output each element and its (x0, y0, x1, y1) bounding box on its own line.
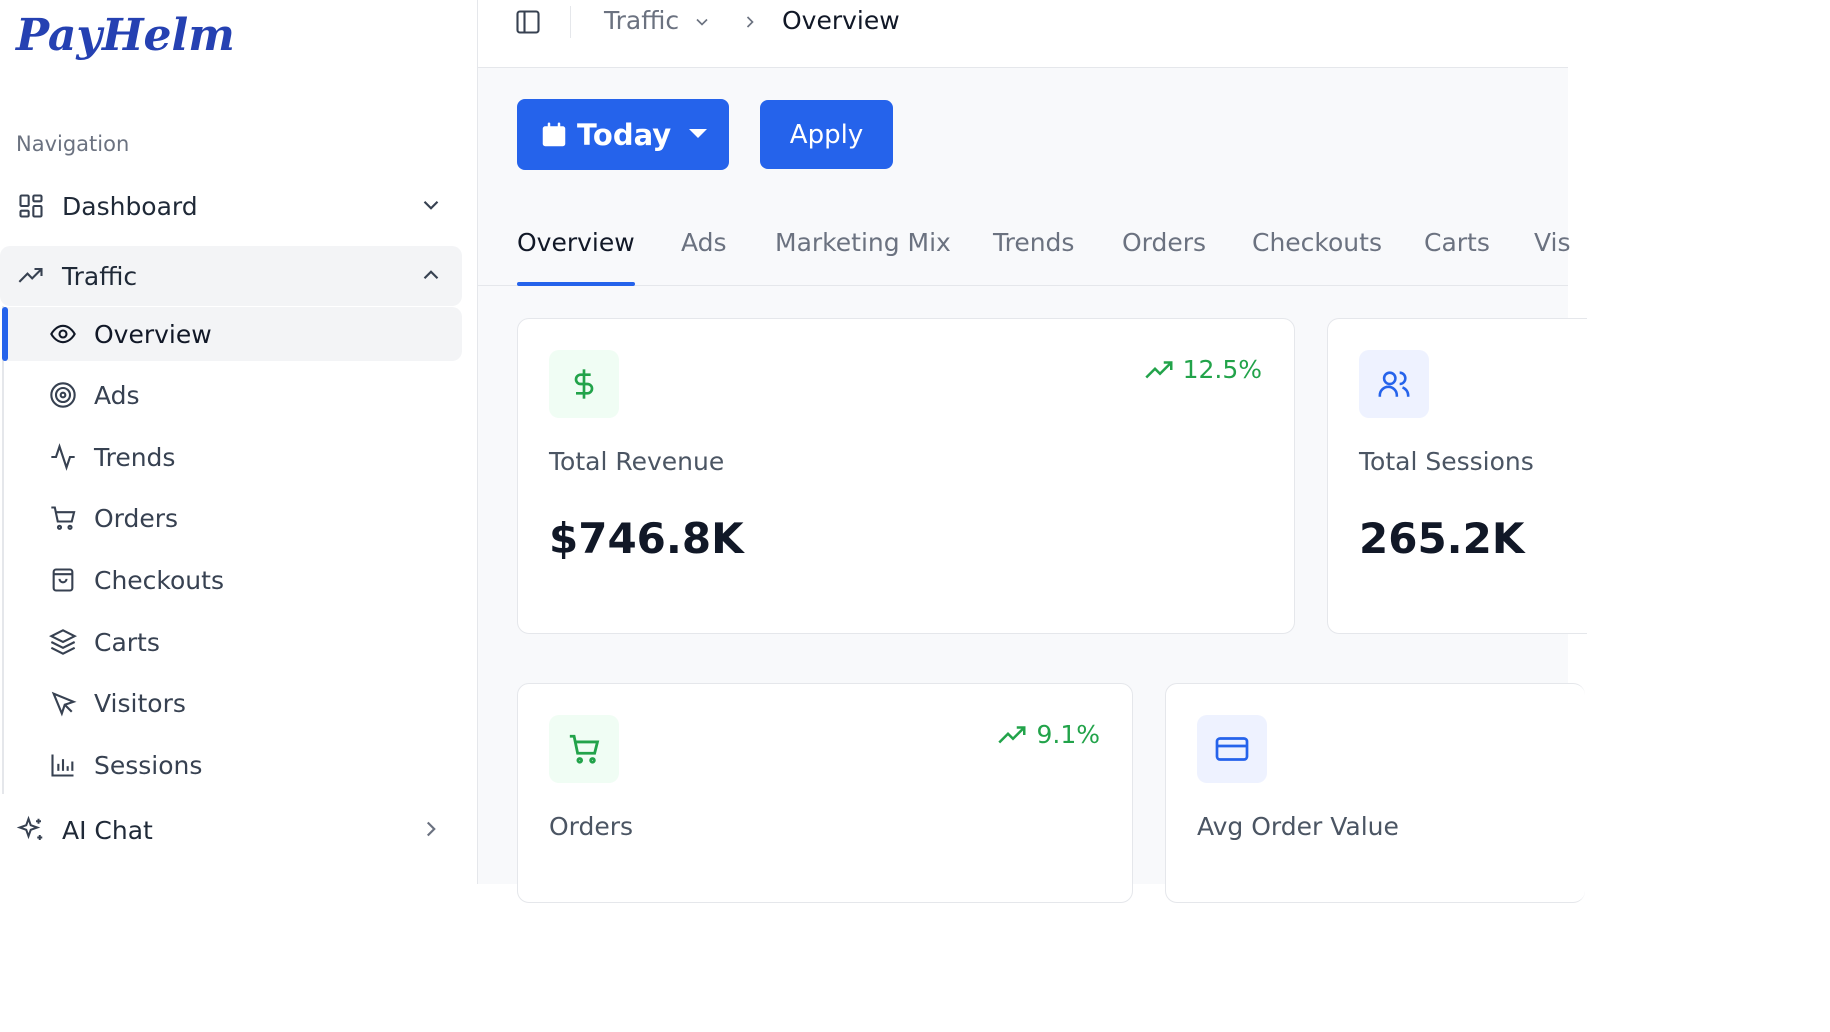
nav-item-ai-chat-label: AI Chat (62, 815, 153, 845)
sidebar-item-label: Visitors (94, 688, 186, 718)
dollar-icon (549, 350, 619, 418)
target-icon (48, 380, 78, 410)
aov-label: Avg Order Value (1197, 812, 1399, 841)
tab-checkouts[interactable]: Checkouts (1252, 228, 1382, 257)
revenue-trend: 12.5% (1144, 355, 1262, 384)
sessions-value: 265.2K (1359, 514, 1525, 563)
tab-orders[interactable]: Orders (1122, 228, 1206, 257)
trending-up-icon (16, 261, 46, 291)
nav-item-dashboard-label: Dashboard (62, 191, 198, 221)
activity-icon (48, 442, 78, 472)
main-content: Traffic Overview Today Apply Overview Ad… (478, 0, 1587, 903)
cursor-pointer-icon (48, 688, 78, 718)
sidebar-item-label: Sessions (94, 750, 203, 780)
sidebar-item-trends[interactable]: Trends (4, 430, 462, 484)
sidebar: PayHelm Navigation Dashboard Traffic Ove… (0, 0, 478, 884)
credit-card-icon (1197, 715, 1267, 783)
users-icon (1359, 350, 1429, 418)
revenue-trend-value: 12.5% (1182, 355, 1262, 384)
sidebar-item-label: Overview (94, 319, 212, 349)
nav-item-traffic[interactable]: Traffic (0, 246, 462, 306)
sidebar-item-sessions[interactable]: Sessions (4, 738, 462, 792)
orders-trend: 9.1% (998, 720, 1100, 749)
trending-up-icon (1144, 360, 1173, 378)
nav-heading: Navigation (16, 132, 130, 156)
eye-icon (48, 319, 78, 349)
shopping-bag-icon (48, 565, 78, 595)
tab-marketing-mix[interactable]: Marketing Mix (775, 228, 951, 257)
layers-icon (48, 627, 78, 657)
total-sessions-card: Total Sessions 265.2K (1327, 318, 1587, 634)
active-tab-indicator (517, 282, 635, 286)
chevron-up-icon[interactable] (418, 262, 444, 288)
orders-label: Orders (549, 812, 634, 841)
revenue-label: Total Revenue (549, 447, 725, 476)
chevron-down-icon[interactable] (692, 12, 712, 32)
sidebar-item-visitors[interactable]: Visitors (4, 676, 462, 730)
app-window: PayHelm Navigation Dashboard Traffic Ove… (0, 0, 1587, 903)
caret-down-icon (689, 129, 707, 138)
sidebar-item-carts[interactable]: Carts (4, 615, 462, 669)
date-range-button[interactable]: Today (517, 99, 729, 170)
dashboard-grid-icon (16, 191, 46, 221)
shopping-cart-icon (549, 715, 619, 783)
sidebar-item-checkouts[interactable]: Checkouts (4, 553, 462, 607)
breadcrumb-traffic[interactable]: Traffic (604, 6, 679, 35)
shopping-cart-icon (48, 503, 78, 533)
sparkles-icon (16, 815, 46, 845)
nav-item-traffic-label: Traffic (62, 261, 138, 291)
chevron-right-icon[interactable] (418, 816, 444, 842)
divider (570, 6, 571, 38)
nav-item-dashboard[interactable]: Dashboard (0, 176, 462, 236)
topbar: Traffic Overview (478, 0, 1568, 68)
tab-trends[interactable]: Trends (993, 228, 1074, 257)
bar-chart-icon (48, 750, 78, 780)
breadcrumb-current: Overview (782, 6, 900, 35)
sidebar-item-label: Orders (94, 503, 179, 533)
tab-bar: Overview Ads Marketing Mix Trends Orders… (478, 222, 1571, 286)
breadcrumb-separator-icon (740, 12, 760, 32)
orders-trend-value: 9.1% (1036, 720, 1100, 749)
sessions-label: Total Sessions (1359, 447, 1534, 476)
tab-visitors[interactable]: Vis (1534, 228, 1571, 257)
date-range-label: Today (577, 117, 672, 152)
sidebar-item-overview[interactable]: Overview (2, 307, 462, 361)
sidebar-item-label: Checkouts (94, 565, 224, 595)
orders-card: 9.1% Orders (517, 683, 1133, 903)
payhelm-logo[interactable]: PayHelm (16, 10, 235, 61)
sidebar-item-ads[interactable]: Ads (4, 368, 462, 422)
tab-carts[interactable]: Carts (1424, 228, 1490, 257)
sidebar-item-label: Ads (94, 380, 140, 410)
tab-overview[interactable]: Overview (517, 228, 635, 257)
calendar-icon (542, 122, 566, 146)
sidebar-item-label: Trends (94, 442, 176, 472)
total-revenue-card: 12.5% Total Revenue $746.8K (517, 318, 1295, 634)
trending-up-icon (998, 725, 1026, 743)
sidebar-item-orders[interactable]: Orders (4, 491, 462, 545)
apply-button[interactable]: Apply (760, 100, 893, 169)
chevron-down-icon[interactable] (418, 192, 444, 218)
sidebar-toggle-icon[interactable] (514, 8, 542, 36)
tab-ads[interactable]: Ads (681, 228, 727, 257)
avg-order-value-card: Avg Order Value (1165, 683, 1585, 903)
revenue-value: $746.8K (549, 514, 744, 563)
nav-item-ai-chat[interactable]: AI Chat (0, 800, 462, 860)
sidebar-item-label: Carts (94, 627, 160, 657)
